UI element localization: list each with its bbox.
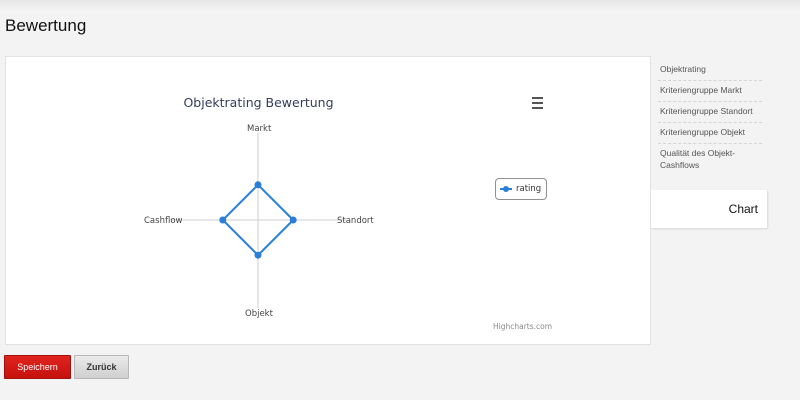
sidebar-item-objekt[interactable]: Kriteriengruppe Objekt: [658, 123, 762, 144]
sidebar-nav: Objektrating Kriteriengruppe Markt Krite…: [658, 60, 762, 176]
data-point-objekt[interactable]: [254, 251, 262, 259]
sidebar-item-markt[interactable]: Kriteriengruppe Markt: [658, 81, 762, 102]
tab-chart[interactable]: Chart: [651, 190, 767, 228]
axis-label-standort: Standort: [337, 216, 374, 226]
sidebar-item-standort[interactable]: Kriteriengruppe Standort: [658, 102, 762, 123]
save-button[interactable]: Speichern: [4, 355, 71, 379]
data-point-markt[interactable]: [254, 181, 262, 189]
data-point-cashflow[interactable]: [219, 216, 227, 224]
top-bar: [0, 0, 800, 10]
legend-line-icon: [500, 185, 512, 193]
axis-label-objekt: Objekt: [245, 309, 273, 319]
chart-credits[interactable]: Highcharts.com: [493, 322, 552, 331]
page-title: Bewertung: [5, 16, 87, 35]
back-button[interactable]: Zurück: [74, 355, 129, 379]
sidebar-item-objektrating[interactable]: Objektrating: [658, 60, 762, 81]
legend-label: rating: [516, 184, 542, 194]
chart-title: Objektrating Bewertung: [183, 95, 334, 110]
chart-panel: Objektrating Bewertung Markt Standort Ob…: [5, 56, 651, 345]
sidebar-item-cashflows[interactable]: Qualität des Objekt-Cashflows: [658, 144, 762, 176]
axis-label-markt: Markt: [247, 124, 272, 134]
axis-label-cashflow: Cashflow: [144, 216, 183, 226]
data-point-standort[interactable]: [289, 216, 297, 224]
legend-item-rating[interactable]: rating: [495, 178, 547, 200]
chart-menu-icon[interactable]: [530, 97, 546, 111]
